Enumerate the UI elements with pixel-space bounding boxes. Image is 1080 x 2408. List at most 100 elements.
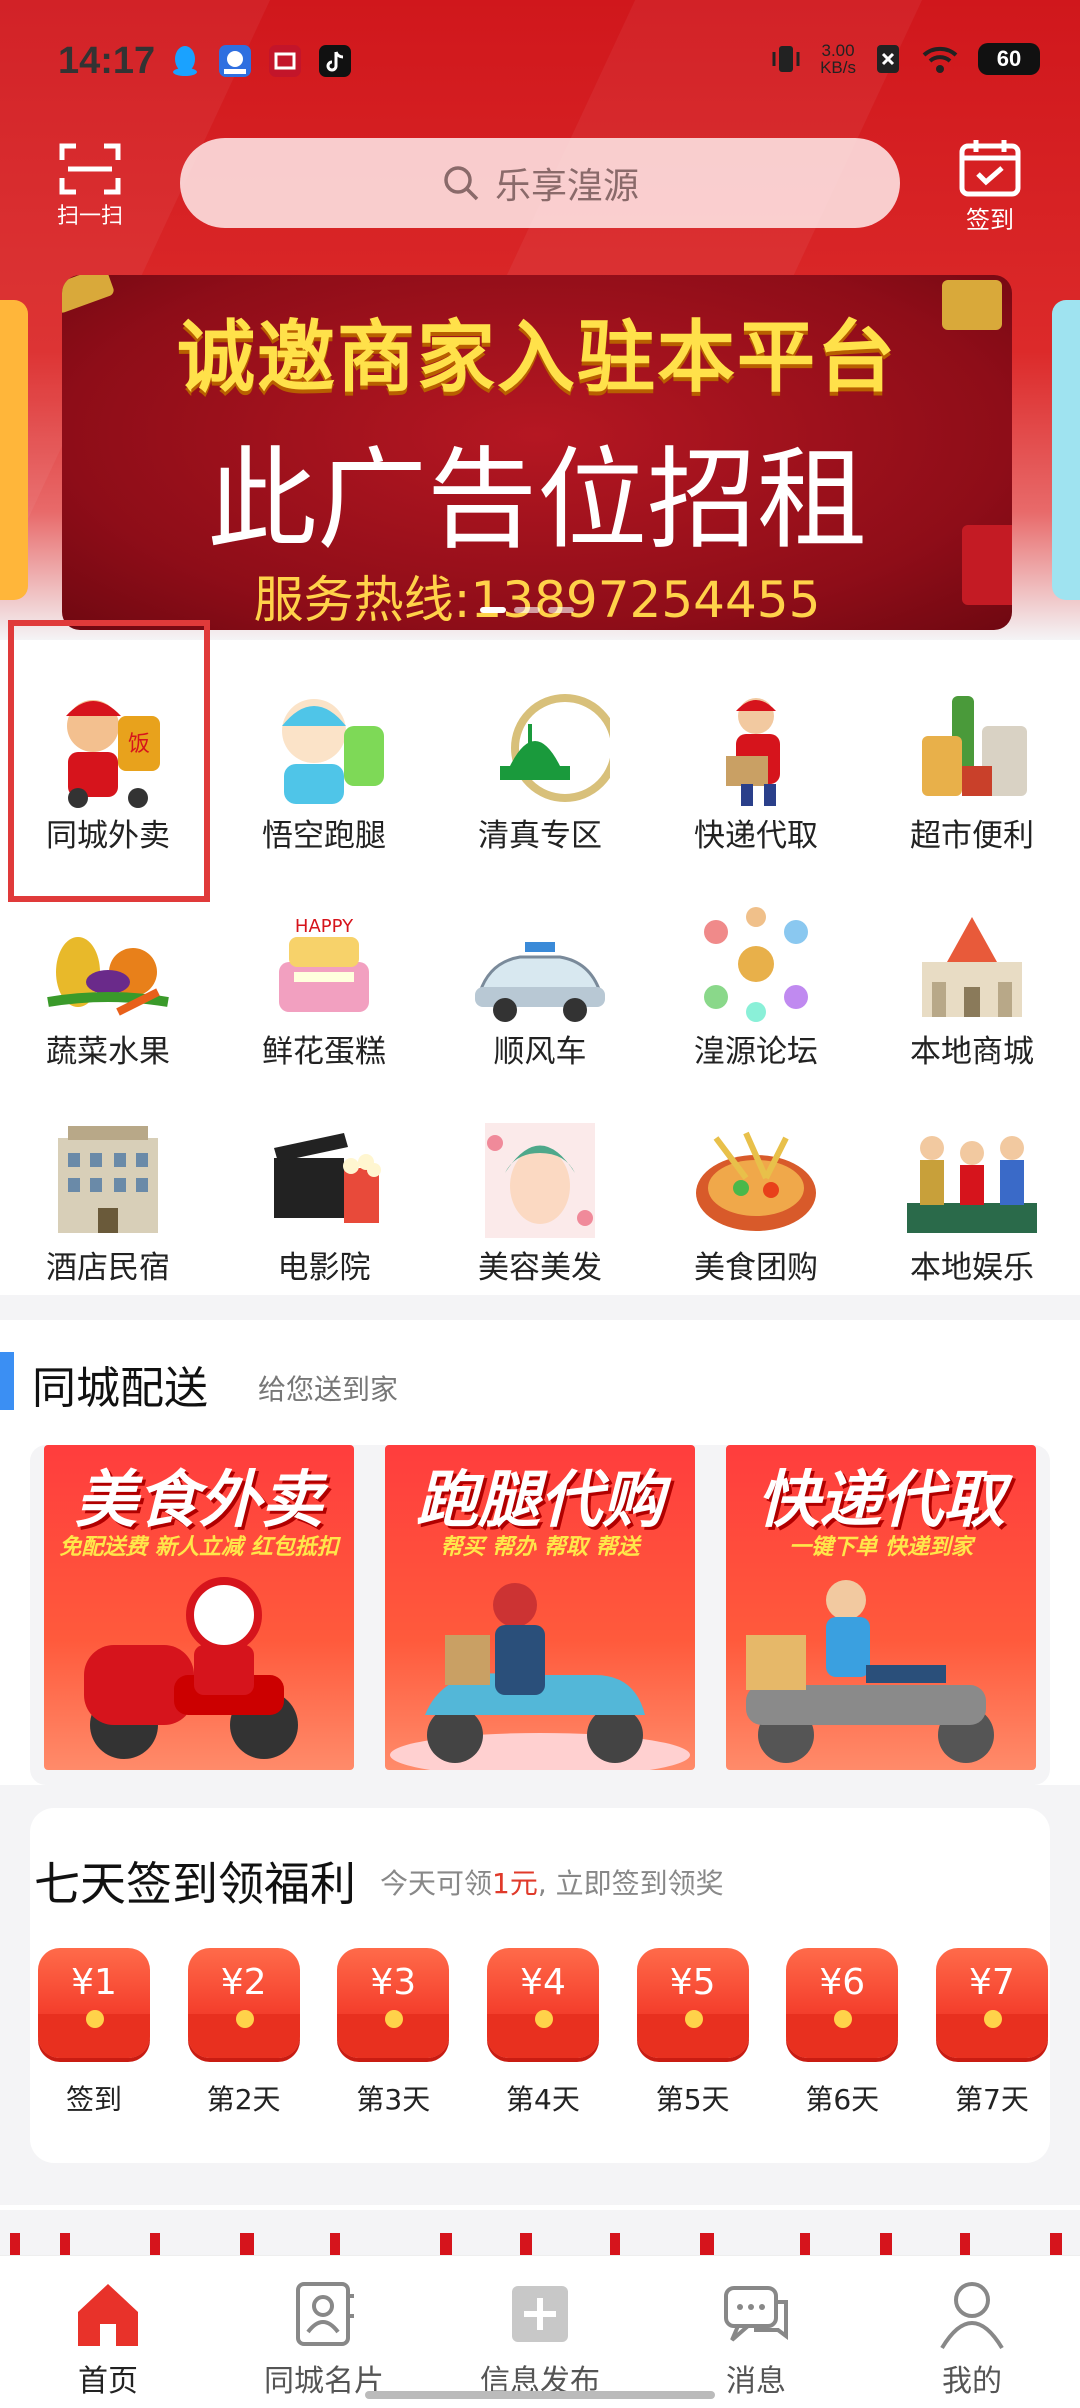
- reward-amount: ¥5: [669, 1962, 716, 2003]
- promo-food-delivery[interactable]: 美食外卖 免配送费 新人立减 红包抵扣: [44, 1445, 354, 1770]
- vegetables-icon: [47, 937, 169, 1016]
- status-bar: 14:17 3.00 KB/s 60: [0, 0, 1080, 130]
- category-errand[interactable]: 悟空跑腿: [216, 650, 432, 866]
- search-input[interactable]: 乐享湟源: [180, 138, 900, 228]
- search-icon: [444, 166, 479, 201]
- category-label: 快递代取: [694, 818, 818, 854]
- category-food[interactable]: 美食团购: [648, 1082, 864, 1298]
- category-cake[interactable]: HAPPY 鲜花蛋糕: [216, 866, 432, 1082]
- banner-headline: 诚邀商家入驻本平台: [176, 313, 897, 403]
- home-icon: [78, 2284, 138, 2346]
- signin-day-1[interactable]: ¥1 签到: [38, 1948, 150, 2118]
- vibrate-icon: [772, 46, 800, 72]
- signin-day-4[interactable]: ¥4 第4天: [486, 1948, 599, 2118]
- signin-title: 七天签到领福利: [34, 1857, 356, 1911]
- scan-button[interactable]: 扫一扫: [50, 138, 130, 233]
- section-accent-bar: [0, 1352, 14, 1410]
- category-label: 湟源论坛: [694, 1034, 818, 1070]
- reward-amount: ¥1: [71, 1962, 117, 2003]
- category-label: 蔬菜水果: [46, 1034, 170, 1070]
- search-placeholder: 乐享湟源: [494, 166, 639, 207]
- day-label: 第4天: [506, 2083, 580, 2116]
- home-indicator[interactable]: [365, 2391, 715, 2399]
- scan-label: 扫一扫: [56, 204, 123, 229]
- coin-icon: [983, 2010, 1002, 2028]
- tab-home[interactable]: 首页: [0, 2256, 216, 2408]
- promo-errand[interactable]: 跑腿代购 帮买 帮办 帮取 帮送: [385, 1445, 695, 1770]
- tab-card[interactable]: 同城名片: [216, 2256, 432, 2408]
- reward-amount: ¥2: [220, 1962, 267, 2003]
- battery-indicator: 60: [978, 43, 1040, 75]
- category-label: 清真专区: [478, 818, 602, 854]
- errand-icon: [282, 699, 384, 804]
- category-label: 美容美发: [478, 1250, 602, 1286]
- scooter-rider-icon: [84, 1577, 298, 1759]
- tabbar-decoration: [10, 2233, 1062, 2255]
- category-supermarket[interactable]: 超市便利: [864, 650, 1080, 866]
- category-mall[interactable]: 本地商城: [864, 866, 1080, 1082]
- category-courier[interactable]: 快递代取: [648, 650, 864, 866]
- promo-express-pickup[interactable]: 快递代取 一键下单 快递到家: [726, 1445, 1036, 1770]
- signin-day-6[interactable]: ¥6 第6天: [786, 1948, 899, 2118]
- banner-pagination: [480, 607, 574, 613]
- no-sim-icon: [877, 45, 899, 73]
- reward-amount: ¥3: [370, 1962, 417, 2003]
- red-packet-icon: ¥1: [38, 1948, 150, 2058]
- signin-day-2[interactable]: ¥2 第2天: [187, 1948, 300, 2118]
- entertainment-icon: [907, 1136, 1037, 1233]
- category-label: 本地娱乐: [910, 1250, 1034, 1286]
- signin-button[interactable]: 签到: [955, 138, 1025, 234]
- forum-icon: [704, 907, 808, 1022]
- food-icon: [696, 1131, 816, 1231]
- scan-icon: [59, 143, 121, 195]
- hotel-icon: [58, 1126, 158, 1233]
- category-cinema[interactable]: 电影院: [216, 1082, 432, 1298]
- category-halal[interactable]: 清真专区: [432, 650, 648, 866]
- publish-icon: [512, 2286, 568, 2342]
- day-label: 第2天: [206, 2083, 281, 2116]
- red-packet-icon: ¥3: [337, 1948, 450, 2058]
- tab-profile[interactable]: 我的: [864, 2256, 1080, 2408]
- halal-icon: [500, 694, 610, 802]
- banner-prev-peek[interactable]: [0, 300, 28, 600]
- delivery-scooter-icon: [746, 1580, 994, 1763]
- category-hotel[interactable]: 酒店民宿: [0, 1082, 216, 1298]
- beauty-icon: [485, 1123, 595, 1238]
- reward-amount: ¥6: [819, 1962, 866, 2003]
- day-label: 第6天: [805, 2083, 880, 2116]
- card-icon: [296, 2282, 354, 2346]
- bottom-tab-bar: 首页 同城名片 信息发布 消息我的: [0, 2255, 1080, 2408]
- signin-day-5[interactable]: ¥5 第5天: [636, 1948, 749, 2118]
- tab-publish[interactable]: 信息发布: [432, 2256, 648, 2408]
- signin-day-3[interactable]: ¥3 第3天: [337, 1948, 450, 2118]
- category-label: 悟空跑腿: [262, 818, 386, 854]
- tab-label: 我的: [942, 2364, 1002, 2399]
- category-label: 顺风车: [493, 1034, 587, 1070]
- tiktok-icon: [319, 45, 351, 77]
- ad-banner[interactable]: 诚邀商家入驻本平台 此广告位招租 服务热线:13897254455: [62, 275, 1012, 630]
- category-car[interactable]: 顺风车: [432, 866, 648, 1082]
- section-subtitle: 给您送到家: [258, 1373, 399, 1406]
- promo-row: 美食外卖 免配送费 新人立减 红包抵扣 跑腿代购 帮买 帮办 帮取 帮送 快递代…: [30, 1445, 1050, 1785]
- category-label: 电影院: [277, 1250, 371, 1286]
- courier-icon: [726, 698, 780, 806]
- category-label: 鲜花蛋糕: [262, 1034, 386, 1070]
- category-beauty[interactable]: 美容美发: [432, 1082, 648, 1298]
- wifi-icon: [922, 46, 958, 73]
- reward-amount: ¥4: [520, 1962, 566, 2003]
- day-label: 第5天: [655, 2083, 730, 2116]
- calendar-check-icon: [959, 140, 1021, 197]
- message-icon: [724, 2286, 788, 2342]
- signin-card: 七天签到领福利 今天可领1元, 立即签到领奖 ¥1 签到 ¥2 第2天 ¥3 第3天 ¥4 第…: [30, 1808, 1050, 2163]
- banner-next-peek[interactable]: [1052, 300, 1080, 600]
- red-packet-icon: ¥4: [486, 1948, 599, 2058]
- shop-icon: [269, 45, 301, 77]
- svg-text:HAPPY: HAPPY: [295, 916, 354, 937]
- category-forum[interactable]: 湟源论坛: [648, 866, 864, 1082]
- net-speed: 3.00 KB/s: [820, 41, 856, 77]
- coin-icon: [86, 2010, 104, 2028]
- category-entertainment[interactable]: 本地娱乐: [864, 1082, 1080, 1298]
- tab-message[interactable]: 消息: [648, 2256, 864, 2408]
- signin-label: 签到: [966, 206, 1014, 234]
- signin-day-7[interactable]: ¥7 第7天: [935, 1948, 1048, 2118]
